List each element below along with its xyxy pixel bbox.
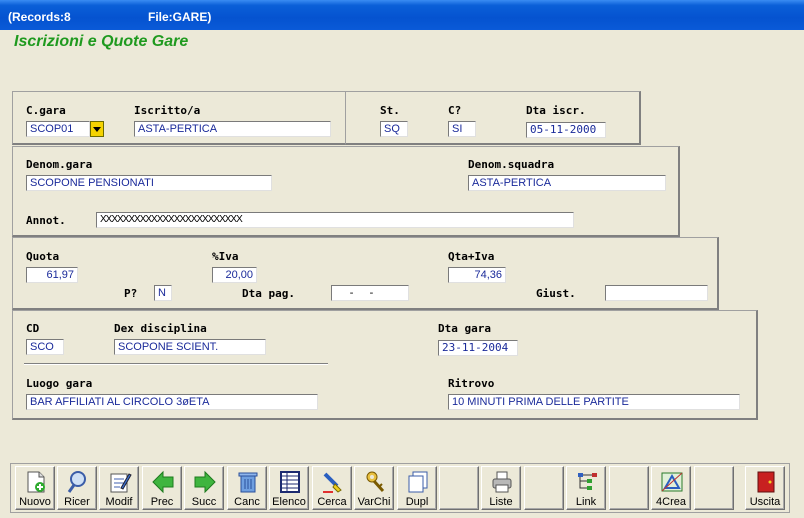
qta-iva-field[interactable]: 74,36 — [448, 267, 506, 283]
c-field[interactable]: SI — [448, 121, 476, 137]
exit-door-icon — [757, 471, 775, 493]
edit-icon — [110, 473, 132, 493]
chevron-down-icon — [93, 126, 101, 132]
ricer-label: Ricer — [64, 496, 90, 508]
arrow-right-icon — [194, 470, 216, 494]
cd-label: CD — [26, 322, 40, 335]
list-icon — [280, 471, 300, 493]
toolbar-empty-button-3[interactable] — [609, 466, 649, 510]
elenco-label: Elenco — [272, 496, 306, 508]
toolbar-empty-button-1[interactable] — [439, 466, 479, 510]
iva-field[interactable]: 20,00 — [212, 267, 257, 283]
cerca-button[interactable]: Cerca — [312, 466, 352, 510]
canc-button[interactable]: Canc — [227, 466, 267, 510]
modif-label: Modif — [105, 496, 133, 508]
dex-disciplina-field[interactable]: SCOPONE SCIENT. — [114, 339, 266, 355]
c-label: C? — [448, 104, 462, 117]
file-name: File:GARE) — [148, 10, 212, 24]
annot-label: Annot. — [26, 214, 66, 227]
link-button[interactable]: Link — [566, 466, 606, 510]
giust-field[interactable] — [605, 285, 708, 301]
nuovo-label: Nuovo — [19, 496, 51, 508]
canc-label: Canc — [234, 496, 260, 508]
cerca-label: Cerca — [317, 496, 347, 508]
st-field[interactable]: SQ — [380, 121, 408, 137]
records-count: (Records:8 — [8, 10, 71, 24]
varchi-button[interactable]: VarChi — [354, 466, 394, 510]
keys-icon — [366, 471, 385, 493]
dupl-button[interactable]: Dupl — [397, 466, 437, 510]
dta-iscr-label: Dta iscr. — [526, 104, 586, 117]
design-icon — [661, 472, 683, 492]
modif-button[interactable]: Modif — [99, 466, 139, 510]
iva-label: %Iva — [212, 250, 239, 263]
dta-gara-field[interactable]: 23-11-2004 — [438, 340, 518, 356]
varchi-label: VarChi — [357, 496, 391, 508]
cgara-dropdown-button[interactable] — [90, 121, 104, 137]
succ-button[interactable]: Succ — [184, 466, 224, 510]
quota-field[interactable]: 61,97 — [26, 267, 78, 283]
trash-icon — [238, 472, 258, 493]
qta-iva-label: Qta+Iva — [448, 250, 495, 263]
arrow-left-icon — [152, 470, 174, 494]
divider — [24, 363, 328, 365]
ritrovo-label: Ritrovo — [448, 377, 495, 390]
dupl-label: Dupl — [405, 496, 429, 508]
succ-label: Succ — [191, 496, 217, 508]
dex-disciplina-label: Dex disciplina — [114, 322, 207, 335]
nuovo-button[interactable]: Nuovo — [15, 466, 55, 510]
denom-gara-field[interactable]: SCOPONE PENSIONATI — [26, 175, 272, 191]
toolbar-empty-button-4[interactable] — [694, 466, 734, 510]
printer-icon — [492, 471, 512, 493]
prec-button[interactable]: Prec — [142, 466, 182, 510]
crea-button[interactable]: 4Crea — [651, 466, 691, 510]
duplicate-icon — [408, 471, 428, 493]
denom-gara-label: Denom.gara — [26, 158, 93, 171]
annot-field[interactable]: XXXXXXXXXXXXXXXXXXXXXXXXX — [96, 212, 574, 228]
ricer-button[interactable]: Ricer — [57, 466, 97, 510]
highlighter-icon — [323, 472, 342, 493]
tree-icon — [578, 473, 597, 490]
cgara-label: C.gara — [26, 104, 66, 117]
dta-iscr-field[interactable]: 05-11-2000 — [526, 122, 606, 138]
crea-label: 4Crea — [656, 496, 686, 508]
dta-pag-field[interactable]: - - — [331, 285, 409, 301]
dta-gara-label: Dta gara — [438, 322, 491, 335]
denom-squadra-field[interactable]: ASTA-PERTICA — [468, 175, 666, 191]
search-icon — [67, 471, 86, 493]
iscritto-field[interactable]: ASTA-PERTICA — [134, 121, 331, 137]
quota-label: Quota — [26, 250, 60, 263]
liste-label: Liste — [489, 496, 513, 508]
uscita-label: Uscita — [749, 496, 781, 508]
uscita-button[interactable]: Uscita — [745, 466, 785, 510]
liste-button[interactable]: Liste — [481, 466, 521, 510]
p-label: P? — [124, 287, 138, 300]
denom-squadra-label: Denom.squadra — [468, 158, 555, 171]
cd-field[interactable]: SCO — [26, 339, 64, 355]
st-label: St. — [380, 104, 400, 117]
page-title: Iscrizioni e Quote Gare — [14, 33, 189, 50]
elenco-button[interactable]: Elenco — [269, 466, 309, 510]
giust-label: Giust. — [536, 287, 576, 300]
iscritto-label: Iscritto/a — [134, 104, 201, 117]
link-label: Link — [575, 496, 597, 508]
ritrovo-field[interactable]: 10 MINUTI PRIMA DELLE PARTITE — [448, 394, 740, 410]
toolbar-empty-button-2[interactable] — [524, 466, 564, 510]
cgara-field[interactable]: SCOP01 — [26, 121, 90, 137]
new-document-icon — [27, 471, 45, 493]
window-titlebar[interactable]: (Records:8 File:GARE) — [0, 0, 804, 30]
dta-pag-label: Dta pag. — [242, 287, 295, 300]
luogo-gara-field[interactable]: BAR AFFILIATI AL CIRCOLO 3øETA — [26, 394, 318, 410]
prec-label: Prec — [150, 496, 174, 508]
p-field[interactable]: N — [154, 285, 172, 301]
luogo-gara-label: Luogo gara — [26, 377, 93, 390]
